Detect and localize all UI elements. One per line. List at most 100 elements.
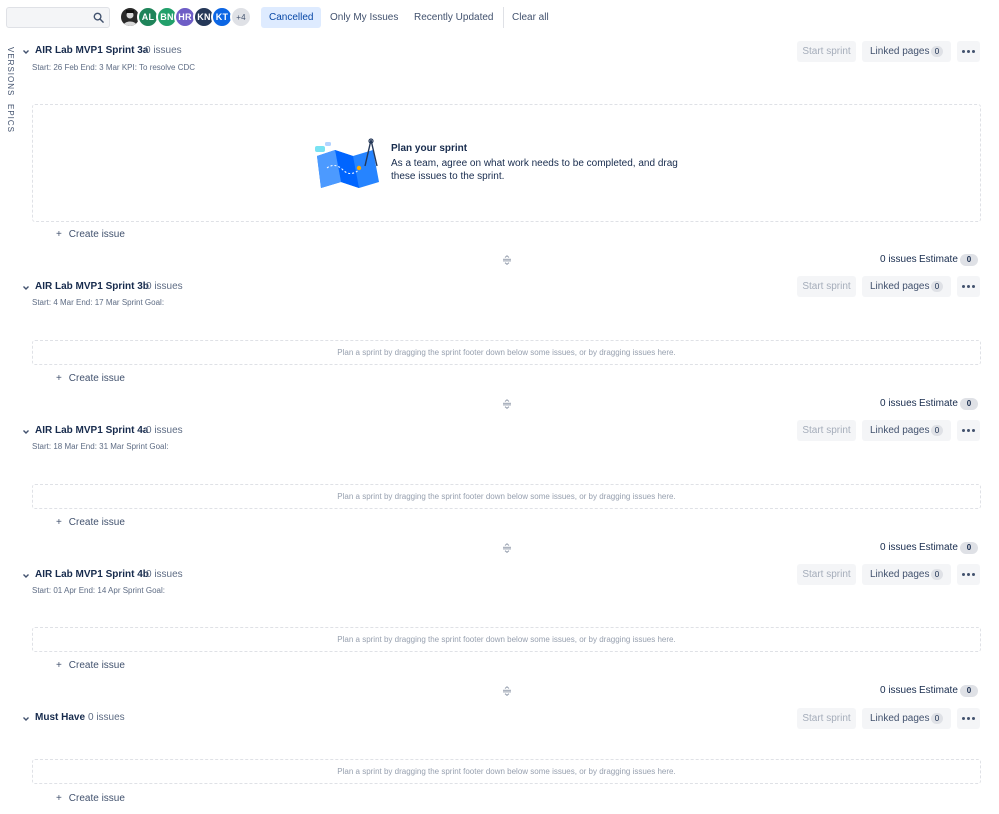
sprint-footer-issues: 0 issues xyxy=(880,254,917,265)
start-sprint-button[interactable]: Start sprint xyxy=(797,276,856,297)
search-icon[interactable] xyxy=(93,12,104,23)
dropzone-hint: Plan a sprint by dragging the sprint foo… xyxy=(337,767,676,776)
start-sprint-button[interactable]: Start sprint xyxy=(797,420,856,441)
plus-icon: + xyxy=(56,373,62,384)
linked-pages-count: 0 xyxy=(931,46,943,57)
sprint-footer-estimate-label: Estimate xyxy=(919,542,958,553)
chevron-down-icon[interactable] xyxy=(22,715,30,723)
linked-pages-label: Linked pages xyxy=(870,425,930,436)
sprint-name[interactable]: AIR Lab MVP1 Sprint 3a xyxy=(35,45,148,56)
linked-pages-button[interactable]: Linked pages 0 xyxy=(862,564,951,585)
plus-icon: + xyxy=(56,793,62,804)
avatar-more-count: +4 xyxy=(236,12,246,22)
more-actions-button[interactable] xyxy=(957,420,980,441)
sprint-backlog-dropzone[interactable]: Plan a sprint by dragging the sprint foo… xyxy=(32,484,981,509)
more-actions-button[interactable] xyxy=(957,276,980,297)
sprint-name[interactable]: AIR Lab MVP1 Sprint 4b xyxy=(35,569,149,580)
drag-handle-icon[interactable] xyxy=(502,255,512,265)
plus-icon: + xyxy=(56,517,62,528)
create-issue-label: Create issue xyxy=(68,660,125,671)
more-actions-button[interactable] xyxy=(957,564,980,585)
sprint-name[interactable]: Must Have xyxy=(35,712,85,723)
sprint-issue-count: 0 issues xyxy=(88,712,125,723)
create-issue-label: Create issue xyxy=(68,517,125,528)
sprint-footer-estimate-badge: 0 xyxy=(960,542,978,554)
start-sprint-button[interactable]: Start sprint xyxy=(797,564,856,585)
create-issue-label: Create issue xyxy=(68,793,125,804)
linked-pages-button[interactable]: Linked pages 0 xyxy=(862,41,951,62)
linked-pages-button[interactable]: Linked pages 0 xyxy=(862,276,951,297)
sprint-dates: Start: 18 Mar End: 31 Mar Sprint Goal: xyxy=(32,442,169,451)
filter-recently-updated[interactable]: Recently Updated xyxy=(406,7,502,28)
create-issue-button[interactable]: + Create issue xyxy=(56,229,125,240)
sprint-backlog-dropzone[interactable]: Plan a sprint by dragging the sprint foo… xyxy=(32,340,981,365)
sprint-name[interactable]: AIR Lab MVP1 Sprint 3b xyxy=(35,281,149,292)
linked-pages-count: 0 xyxy=(931,713,943,724)
linked-pages-button[interactable]: Linked pages 0 xyxy=(862,420,951,441)
epics-tab[interactable]: EPICS xyxy=(6,104,15,133)
avatar-initials: BN xyxy=(160,12,174,22)
sprint-footer-estimate-label: Estimate xyxy=(919,254,958,265)
sprint-issue-count: 0 issues xyxy=(145,45,182,56)
avatar-initials: KN xyxy=(197,12,211,22)
chevron-down-icon[interactable] xyxy=(22,572,30,580)
plus-icon: + xyxy=(56,229,62,240)
dropzone-hint: Plan a sprint by dragging the sprint foo… xyxy=(337,348,676,357)
filter-only-my-issues[interactable]: Only My Issues xyxy=(322,7,406,28)
linked-pages-label: Linked pages xyxy=(870,713,930,724)
linked-pages-count: 0 xyxy=(931,281,943,292)
plan-sprint-title: Plan your sprint xyxy=(391,143,468,154)
avatar-initials: AL xyxy=(141,12,155,22)
drag-handle-icon[interactable] xyxy=(502,686,512,696)
drag-handle-icon[interactable] xyxy=(502,543,512,553)
linked-pages-count: 0 xyxy=(931,569,943,580)
avatar-initials: KT xyxy=(215,12,229,22)
chevron-down-icon[interactable] xyxy=(22,428,30,436)
chevron-down-icon[interactable] xyxy=(22,48,30,56)
linked-pages-label: Linked pages xyxy=(870,569,930,580)
avatar-more[interactable]: +4 xyxy=(230,6,252,28)
create-issue-button[interactable]: + Create issue xyxy=(56,373,125,384)
start-sprint-button[interactable]: Start sprint xyxy=(797,41,856,62)
sprint-footer-estimate-badge: 0 xyxy=(960,254,978,266)
start-sprint-button[interactable]: Start sprint xyxy=(797,708,856,729)
linked-pages-count: 0 xyxy=(931,425,943,436)
sprint-name[interactable]: AIR Lab MVP1 Sprint 4a xyxy=(35,425,148,436)
drag-handle-icon[interactable] xyxy=(502,399,512,409)
avatar-initials: HR xyxy=(178,12,192,22)
sprint-footer-estimate-label: Estimate xyxy=(919,685,958,696)
plan-sprint-text: As a team, agree on what work needs to b… xyxy=(391,158,678,182)
sprint-footer-estimate-badge: 0 xyxy=(960,685,978,697)
sprint-issue-count: 0 issues xyxy=(146,569,183,580)
plus-icon: + xyxy=(56,660,62,671)
dropzone-hint: Plan a sprint by dragging the sprint foo… xyxy=(337,492,676,501)
search-box xyxy=(6,7,110,28)
chevron-down-icon[interactable] xyxy=(22,284,30,292)
search-input[interactable] xyxy=(7,8,91,27)
board-toolbar: AL BN HR KN KT +4 Cancelled Only My Issu… xyxy=(0,0,999,34)
sprint-footer-issues: 0 issues xyxy=(880,398,917,409)
linked-pages-button[interactable]: Linked pages 0 xyxy=(862,708,951,729)
sprint-footer-estimate-badge: 0 xyxy=(960,398,978,410)
linked-pages-label: Linked pages xyxy=(870,281,930,292)
versions-tab[interactable]: VERSIONS xyxy=(6,47,15,96)
sprint-backlog-dropzone[interactable]: Plan a sprint by dragging the sprint foo… xyxy=(32,627,981,652)
filter-cancelled[interactable]: Cancelled xyxy=(261,7,322,28)
sprint-backlog-dropzone[interactable]: Plan a sprint by dragging the sprint foo… xyxy=(32,759,981,784)
more-actions-button[interactable] xyxy=(957,41,980,62)
sprint-footer-issues: 0 issues xyxy=(880,542,917,553)
linked-pages-label: Linked pages xyxy=(870,46,930,57)
clear-all-link[interactable]: Clear all xyxy=(512,7,549,28)
sprint-dates: Start: 26 Feb End: 3 Mar KPI: To resolve… xyxy=(32,63,196,72)
create-issue-button[interactable]: + Create issue xyxy=(56,793,125,804)
more-actions-button[interactable] xyxy=(957,708,980,729)
sprint-footer-estimate-label: Estimate xyxy=(919,398,958,409)
create-issue-button[interactable]: + Create issue xyxy=(56,660,125,671)
dropzone-hint: Plan a sprint by dragging the sprint foo… xyxy=(337,635,676,644)
sprint-issue-count: 0 issues xyxy=(146,425,183,436)
sprint-dates: Start: 01 Apr End: 14 Apr Sprint Goal: xyxy=(32,586,165,595)
sprint-dates: Start: 4 Mar End: 17 Mar Sprint Goal: xyxy=(32,298,165,307)
sprint-issue-count: 0 issues xyxy=(146,281,183,292)
sprint-footer-issues: 0 issues xyxy=(880,685,917,696)
create-issue-button[interactable]: + Create issue xyxy=(56,517,125,528)
